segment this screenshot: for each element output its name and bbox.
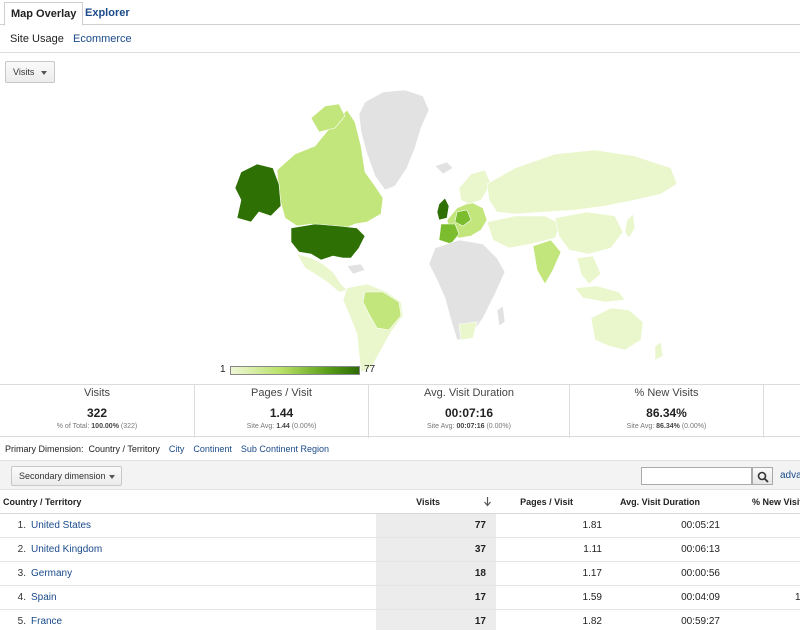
summary-metrics: Visits 322 % of Total: 100.00% (322) Pag…: [0, 384, 800, 438]
table-toolbar: Secondary dimension adva: [0, 460, 800, 490]
row-country-link[interactable]: Spain: [31, 592, 57, 603]
row-pages-per-visit: 1.81: [582, 520, 602, 531]
row-visits: 37: [474, 544, 486, 555]
table-row: 1. United States 77 1.81 00:05:21: [0, 514, 800, 538]
header-new-visits[interactable]: % New Visit: [752, 497, 800, 507]
map-region-new-zealand[interactable]: [654, 341, 664, 361]
metric-value: 322: [86, 406, 108, 420]
metric-dropdown[interactable]: Visits: [5, 61, 55, 83]
metric-label: % New Visits: [634, 387, 699, 399]
primary-dimension-label: Primary Dimension:: [5, 444, 84, 454]
map-region-china[interactable]: [554, 211, 624, 255]
metric-label: Visits: [83, 387, 111, 399]
map-region-greenland[interactable]: [358, 89, 430, 191]
row-avg-visit-duration: 00:00:56: [681, 568, 720, 579]
row-rank: 4.: [17, 592, 26, 603]
metric-dropdown-value: Visits: [13, 67, 35, 77]
search-icon: [757, 471, 769, 483]
map-region-caribbean[interactable]: [346, 263, 366, 275]
primary-dimension-country[interactable]: Country / Territory: [89, 444, 160, 454]
chevron-down-icon: [109, 475, 115, 479]
row-avg-visit-duration: 00:04:09: [681, 592, 720, 603]
map-region-scandinavia[interactable]: [458, 169, 492, 205]
row-rank: 5.: [17, 616, 26, 627]
metric-avg-visit-duration: Avg. Visit Duration 00:07:16 Site Avg: 0…: [369, 385, 570, 438]
header-avg-visit-duration[interactable]: Avg. Visit Duration: [620, 497, 700, 507]
table-row: 3. Germany 18 1.17 00:00:56: [0, 562, 800, 586]
subtab-ecommerce[interactable]: Ecommerce: [73, 33, 132, 45]
primary-dimension-continent[interactable]: Continent: [193, 444, 232, 454]
row-rank: 1.: [17, 520, 26, 531]
row-avg-visit-duration: 00:05:21: [681, 520, 720, 531]
search-button[interactable]: [752, 467, 773, 485]
metric-new-visits: % New Visits 86.34% Site Avg: 86.34% (0.…: [570, 385, 764, 438]
metric-subtext: Site Avg: 1.44 (0.00%): [246, 423, 317, 430]
row-country-link[interactable]: United Kingdom: [31, 544, 102, 555]
metric-value: 00:07:16: [444, 406, 494, 420]
map-region-japan[interactable]: [624, 213, 636, 239]
metric-label: Avg. Visit Duration: [423, 387, 515, 399]
subtab-site-usage[interactable]: Site Usage: [10, 33, 64, 45]
row-pages-per-visit: 1.11: [583, 544, 602, 555]
primary-dimension-sub-continent[interactable]: Sub Continent Region: [241, 444, 329, 454]
row-new-visits: 1: [795, 592, 800, 603]
map-color-legend: [230, 366, 360, 375]
row-pages-per-visit: 1.82: [582, 616, 602, 627]
row-avg-visit-duration: 00:06:13: [681, 544, 720, 555]
row-pages-per-visit: 1.17: [582, 568, 602, 579]
row-visits: 17: [474, 592, 486, 603]
row-avg-visit-duration: 00:59:27: [681, 616, 720, 627]
metric-value: 1.44: [269, 406, 294, 420]
row-country-link[interactable]: United States: [31, 520, 91, 531]
secondary-dimension-dropdown[interactable]: Secondary dimension: [11, 466, 122, 486]
secondary-dimension-label: Secondary dimension: [19, 471, 106, 481]
primary-dimension-city[interactable]: City: [169, 444, 185, 454]
table-row: 5. France 17 1.82 00:59:27: [0, 610, 800, 630]
advanced-filter-link[interactable]: adva: [780, 470, 800, 481]
map-region-australia[interactable]: [590, 307, 644, 351]
row-country-link[interactable]: France: [31, 616, 62, 627]
map-region-south-africa[interactable]: [458, 321, 478, 341]
row-visits: 17: [474, 616, 486, 627]
row-rank: 2.: [17, 544, 26, 555]
map-region-southeast-asia[interactable]: [576, 255, 602, 285]
chevron-down-icon: [41, 71, 47, 75]
metric-label: Pages / Visit: [251, 387, 312, 399]
metric-visits: Visits 322 % of Total: 100.00% (322): [0, 385, 195, 438]
world-map: [234, 89, 678, 373]
map-region-india[interactable]: [532, 239, 562, 285]
metric-pages-per-visit: Pages / Visit 1.44 Site Avg: 1.44 (0.00%…: [195, 385, 369, 438]
map-region-united-kingdom[interactable]: [436, 197, 450, 221]
sort-descending-icon[interactable]: [483, 496, 492, 507]
table-header: Country / Territory Visits Pages / Visit…: [0, 490, 800, 514]
metric-subtext: % of Total: 100.00% (322): [56, 423, 138, 430]
legend-max-value: 77: [364, 364, 376, 375]
map-region-alaska[interactable]: [234, 163, 282, 223]
map-region-indonesia[interactable]: [574, 285, 626, 303]
metric-value: 86.34%: [646, 406, 687, 420]
row-rank: 3.: [17, 568, 26, 579]
row-visits: 77: [474, 520, 486, 531]
map-region-madagascar[interactable]: [496, 305, 506, 327]
metric-subtext: Site Avg: 86.34% (0.00%): [626, 423, 707, 430]
header-country[interactable]: Country / Territory: [3, 497, 81, 507]
table-row: 2. United Kingdom 37 1.11 00:06:13: [0, 538, 800, 562]
table-search-input[interactable]: [641, 467, 752, 485]
table-row: 4. Spain 17 1.59 00:04:09 1: [0, 586, 800, 610]
header-pages-per-visit[interactable]: Pages / Visit: [500, 497, 573, 507]
subtabs: Site Usage Ecommerce: [0, 26, 800, 53]
tab-explorer[interactable]: Explorer: [79, 2, 136, 26]
row-country-link[interactable]: Germany: [31, 568, 72, 579]
map-region-united-states[interactable]: [290, 223, 366, 261]
map-region-russia[interactable]: [486, 149, 678, 215]
primary-dimension-bar: Primary Dimension: Country / Territory Cit…: [5, 444, 338, 454]
view-tabs: Map Overlay Explorer: [0, 0, 800, 26]
row-visits: 18: [474, 568, 486, 579]
row-pages-per-visit: 1.59: [582, 592, 602, 603]
legend-min-value: 1: [220, 364, 226, 375]
metric-subtext: Site Avg: 00:07:16 (0.00%): [427, 423, 511, 430]
map-region-iceland[interactable]: [434, 161, 454, 175]
header-visits[interactable]: Visits: [376, 497, 440, 507]
tab-map-overlay[interactable]: Map Overlay: [4, 2, 84, 26]
